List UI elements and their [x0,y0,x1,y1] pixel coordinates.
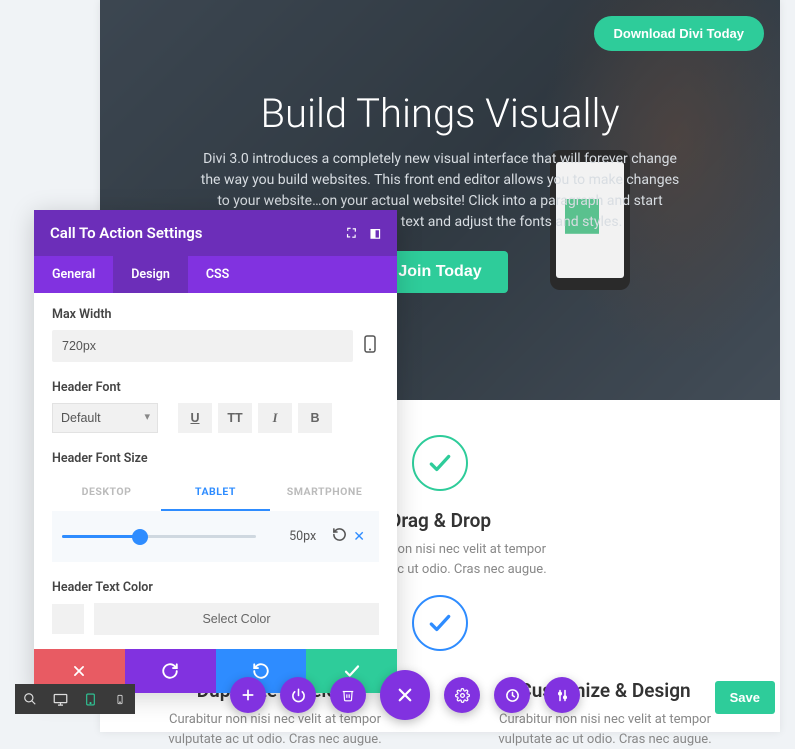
snap-icon[interactable]: ◧ [370,226,381,241]
undo-button[interactable] [125,649,216,693]
preview-toolbar [15,684,135,714]
delete-button[interactable] [330,677,366,713]
panel-header[interactable]: Call To Action Settings ⛶ ◧ [34,210,397,256]
font-size-value: 50px [266,529,316,544]
module-action-bar [230,670,580,720]
tab-general[interactable]: General [34,256,113,293]
select-color-button[interactable]: Select Color [94,603,379,635]
adjust-button[interactable] [544,677,580,713]
max-width-input[interactable] [52,330,353,362]
feature-icon-standalone [412,595,468,669]
add-button[interactable] [230,677,266,713]
module-settings-panel: Call To Action Settings ⛶ ◧ General Desi… [34,210,397,693]
power-button[interactable] [280,677,316,713]
tab-design[interactable]: Design [113,256,188,293]
device-tab-tablet[interactable]: TABLET [161,474,270,511]
tab-css[interactable]: CSS [188,256,247,293]
header-font-select[interactable]: Default [52,403,158,433]
save-button[interactable]: Save [715,681,775,714]
header-font-label: Header Font [52,380,379,395]
check-icon [412,595,468,651]
history-button[interactable] [494,677,530,713]
tablet-preview-icon[interactable] [75,684,105,714]
color-swatch[interactable] [52,604,84,634]
font-size-slider[interactable] [62,535,256,538]
hero-title: Build Things Visually [160,90,720,137]
zoom-icon[interactable] [15,684,45,714]
reset-icon[interactable] [332,527,347,546]
header-font-size-label: Header Font Size [52,451,379,466]
panel-tabs: General Design CSS [34,256,397,293]
font-uppercase-button[interactable]: TT [218,403,252,433]
device-tab-desktop[interactable]: DESKTOP [52,474,161,511]
font-italic-button[interactable]: I [258,403,292,433]
font-bold-button[interactable]: B [298,403,332,433]
header-text-color-label: Header Text Color [52,580,379,595]
font-underline-button[interactable]: U [178,403,212,433]
device-tab-smartphone[interactable]: SMARTPHONE [270,474,379,511]
device-mobile-icon[interactable] [361,335,379,357]
download-divi-button[interactable]: Download Divi Today [594,16,765,51]
slider-thumb[interactable] [132,529,148,545]
check-icon [412,435,468,491]
close-actions-button[interactable] [380,670,430,720]
max-width-label: Max Width [52,307,379,322]
panel-title: Call To Action Settings [50,224,203,242]
close-icon[interactable]: ✕ [353,529,365,545]
settings-button[interactable] [444,677,480,713]
expand-icon[interactable]: ⛶ [347,226,355,241]
phone-preview-icon[interactable] [105,684,135,714]
desktop-preview-icon[interactable] [45,684,75,714]
panel-body: Max Width Header Font Default U TT [34,293,397,693]
